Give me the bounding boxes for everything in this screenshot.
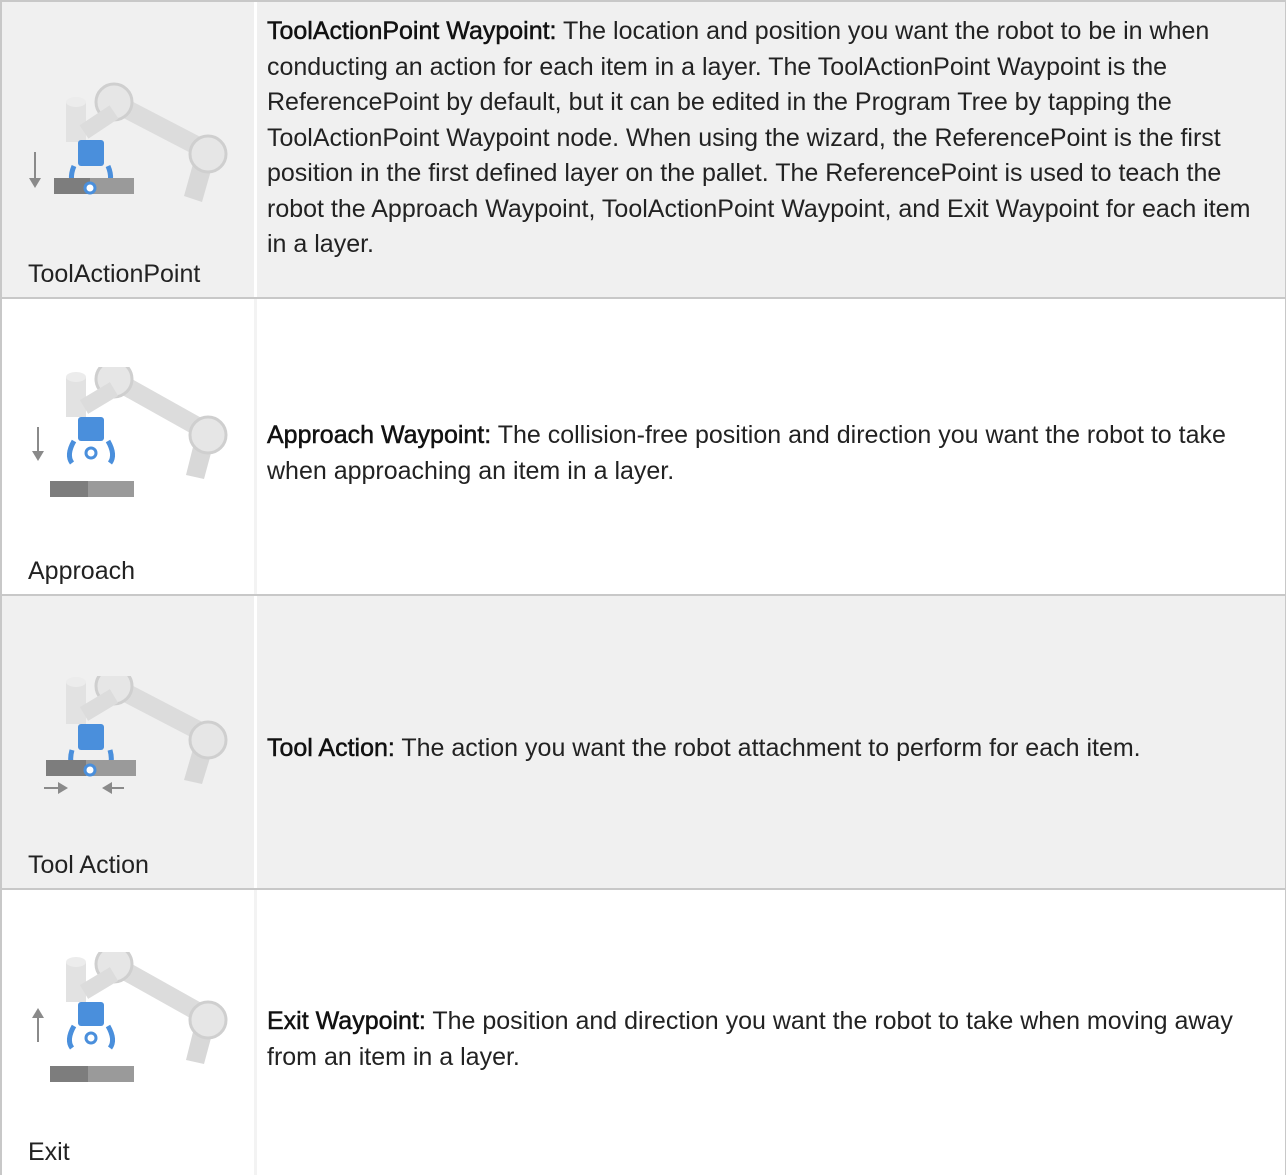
waypoint-definitions-table: ToolActionPoint ToolActionPoint Waypoint… (0, 0, 1286, 1175)
table-row-tool-action-point: ToolActionPoint ToolActionPoint Waypoint… (2, 0, 1285, 297)
robot-arm-tool-action-icon (26, 666, 246, 816)
row-caption: ToolActionPoint (28, 260, 201, 288)
row-term: ToolActionPoint Waypoint: (267, 17, 557, 46)
row-term: Tool Action: (267, 734, 395, 763)
row-description: Exit Waypoint: The position and directio… (267, 1004, 1275, 1075)
description-cell: ToolActionPoint Waypoint: The location a… (257, 2, 1285, 297)
row-description: ToolActionPoint Waypoint: The location a… (267, 14, 1275, 263)
robot-arm-tool-action-point-icon (26, 82, 246, 222)
row-term: Approach Waypoint: (267, 421, 492, 450)
row-description: Tool Action: The action you want the rob… (267, 731, 1141, 767)
robot-arm-approach-icon (26, 359, 246, 507)
image-cell: Tool Action (2, 596, 257, 888)
robot-arm-exit-icon (26, 944, 246, 1092)
row-description-text: The location and position you want the r… (267, 17, 1251, 258)
image-cell: Exit (2, 890, 257, 1175)
description-cell: Exit Waypoint: The position and directio… (257, 890, 1285, 1175)
row-description-text: The action you want the robot attachment… (394, 734, 1141, 763)
table-row-exit: Exit Exit Waypoint: The position and dir… (2, 888, 1285, 1175)
row-caption: Tool Action (28, 851, 149, 879)
image-cell: Approach (2, 299, 257, 594)
image-cell: ToolActionPoint (2, 2, 257, 297)
description-cell: Tool Action: The action you want the rob… (257, 596, 1285, 888)
row-term: Exit Waypoint: (267, 1007, 426, 1036)
row-caption: Approach (28, 557, 136, 585)
table-row-approach: Approach Approach Waypoint: The collisio… (2, 297, 1285, 594)
description-cell: Approach Waypoint: The collision-free po… (257, 299, 1285, 594)
row-caption: Exit (28, 1138, 70, 1166)
row-description: Approach Waypoint: The collision-free po… (267, 418, 1275, 489)
table-row-tool-action: Tool Action Tool Action: The action you … (2, 594, 1285, 888)
